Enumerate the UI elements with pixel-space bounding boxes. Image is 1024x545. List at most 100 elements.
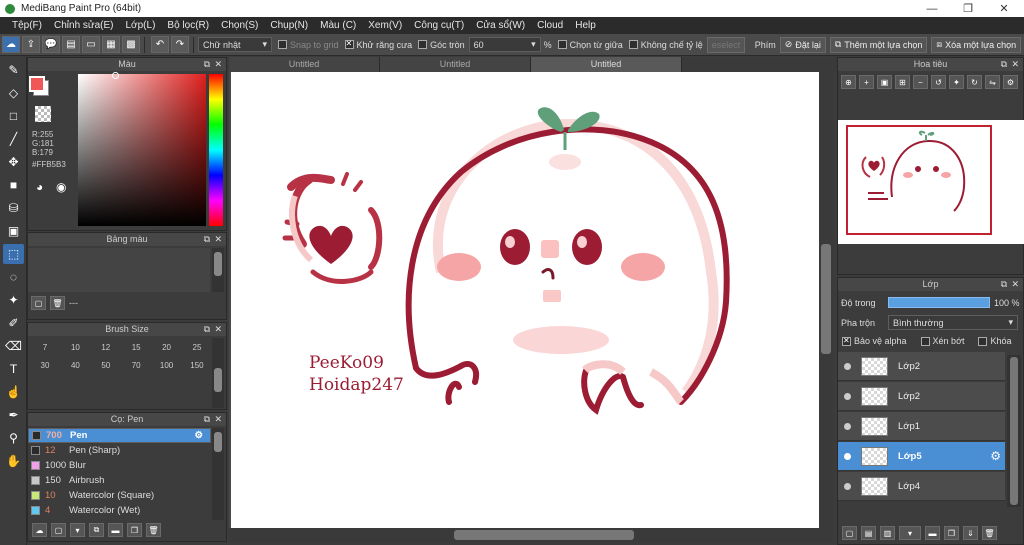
- visibility-icon[interactable]: [844, 452, 851, 460]
- text-tool-icon[interactable]: T: [3, 359, 24, 379]
- tab-untitled-2[interactable]: Untitled: [380, 57, 531, 72]
- settings-icon[interactable]: ⚙: [1003, 75, 1018, 89]
- rotate-right-icon[interactable]: ↻: [967, 75, 982, 89]
- delete-brush-icon[interactable]: 🗑: [146, 523, 161, 537]
- blend-mode-select[interactable]: Bình thường ▾: [888, 315, 1018, 330]
- cloud-icon[interactable]: ☁: [2, 36, 20, 53]
- menu-capture[interactable]: Chụp(N): [264, 20, 314, 31]
- foreground-color-swatch[interactable]: [29, 76, 45, 92]
- brush-item[interactable]: 700 Pen ⚙: [28, 428, 211, 443]
- brush-item[interactable]: 150 Airbrush: [28, 473, 211, 488]
- operation-tool-icon[interactable]: ☝: [3, 382, 24, 402]
- new-8bit-layer-icon[interactable]: ▥: [880, 526, 895, 540]
- menu-file[interactable]: Tệp(F): [6, 20, 48, 31]
- select-rect-tool-icon[interactable]: ⬚: [3, 244, 24, 264]
- hand-tool-icon[interactable]: ✋: [3, 451, 24, 471]
- menu-edit[interactable]: Chỉnh sửa(E): [48, 20, 120, 31]
- brush-size-scrollbar[interactable]: [212, 338, 224, 408]
- palette-scrollbar[interactable]: [212, 248, 224, 292]
- saturation-value-picker[interactable]: [78, 72, 206, 226]
- protect-alpha-checkbox[interactable]: Bảo vệ alpha: [842, 336, 907, 347]
- menu-view[interactable]: Xem(V): [362, 20, 408, 31]
- brush-size-option[interactable]: 15: [123, 343, 149, 352]
- new-halftone-layer-icon[interactable]: ▤: [861, 526, 876, 540]
- restore-icon[interactable]: ❐: [950, 0, 986, 17]
- redo-icon[interactable]: ↷: [171, 36, 189, 53]
- zoom-fit-icon[interactable]: ⊕: [841, 75, 856, 89]
- remove-selection-button[interactable]: ⧈ Xóa một lựa chọn: [931, 36, 1022, 53]
- brush-size-option[interactable]: 100: [154, 361, 180, 370]
- undock-icon[interactable]: ⧉: [1001, 278, 1007, 291]
- layer-folder-icon[interactable]: ▬: [925, 526, 940, 540]
- reset-view-icon[interactable]: ✦: [949, 75, 964, 89]
- brush-size-option[interactable]: 70: [123, 361, 149, 370]
- brush-item[interactable]: 4 Watercolor (Wet): [28, 503, 211, 518]
- gear-icon[interactable]: ⚙: [194, 430, 203, 441]
- brush-item[interactable]: 12 Pen (Sharp): [28, 443, 211, 458]
- menu-help[interactable]: Help: [569, 20, 602, 31]
- undock-icon[interactable]: ⧉: [1001, 58, 1007, 71]
- layer-row[interactable]: Lớp4: [838, 472, 1005, 501]
- minimize-icon[interactable]: —: [914, 0, 950, 17]
- bucket-tool-icon[interactable]: ⛁: [3, 198, 24, 218]
- menu-color[interactable]: Màu (C): [314, 20, 362, 31]
- lasso-tool-icon[interactable]: ◌: [3, 267, 24, 287]
- add-layer-menu-icon[interactable]: ▾: [899, 526, 921, 540]
- document-icon[interactable]: ▭: [82, 36, 100, 53]
- close-icon[interactable]: ✕: [986, 0, 1022, 17]
- brush-size-option[interactable]: 7: [32, 343, 58, 352]
- new-layer-icon[interactable]: ▢: [842, 526, 857, 540]
- rotate-left-icon[interactable]: ↺: [931, 75, 946, 89]
- layer-row-selected[interactable]: Lớp5 ⚙: [838, 442, 1005, 471]
- antialias-checkbox[interactable]: Khử răng cưa: [344, 39, 412, 50]
- brush-size-option[interactable]: 12: [93, 343, 119, 352]
- snap-to-grid-checkbox[interactable]: Snap to grid: [278, 40, 339, 50]
- dropper-tool-icon[interactable]: ⚲: [3, 428, 24, 448]
- merge-layer-icon[interactable]: ⇓: [963, 526, 978, 540]
- eyedropper-tool-icon[interactable]: ✒: [3, 405, 24, 425]
- shape-select[interactable]: Chữ nhật ▾: [198, 37, 272, 52]
- viewport-rectangle[interactable]: [846, 125, 992, 235]
- canvas-horizontal-scrollbar[interactable]: [229, 528, 833, 542]
- clip-checkbox[interactable]: Xén bớt: [920, 336, 964, 347]
- tab-untitled-3[interactable]: Untitled: [531, 57, 682, 72]
- layer-row[interactable]: Lớp2: [838, 352, 1005, 381]
- visibility-icon[interactable]: [844, 482, 851, 490]
- close-icon[interactable]: ✕: [214, 233, 222, 246]
- grid-icon[interactable]: ▦: [102, 36, 120, 53]
- line-tool-icon[interactable]: ╱: [3, 129, 24, 149]
- drawing-canvas[interactable]: PeeKo09 Hoidap247: [231, 72, 819, 528]
- flip-icon[interactable]: ⇋: [985, 75, 1000, 89]
- fit-window-icon[interactable]: ⊞: [895, 75, 910, 89]
- brush-list-scrollbar[interactable]: [212, 428, 224, 520]
- visibility-icon[interactable]: [844, 392, 851, 400]
- close-icon[interactable]: ✕: [1011, 58, 1019, 71]
- brush-size-option[interactable]: 20: [154, 343, 180, 352]
- add-brush-icon[interactable]: ▾: [70, 523, 85, 537]
- move-tool-icon[interactable]: ✥: [3, 152, 24, 172]
- brush-item[interactable]: 1000 Blur: [28, 458, 211, 473]
- copy-brush-icon[interactable]: ⧉: [89, 523, 104, 537]
- menu-filter[interactable]: Bộ lọc(R): [161, 20, 215, 31]
- deselect-button[interactable]: eselect: [706, 36, 745, 53]
- select-pen-tool-icon[interactable]: ✐: [3, 313, 24, 333]
- close-icon[interactable]: ✕: [1011, 278, 1019, 291]
- gear-icon[interactable]: ⚙: [990, 449, 1001, 463]
- brush-size-option[interactable]: 50: [93, 361, 119, 370]
- layer-scrollbar[interactable]: [1007, 355, 1021, 507]
- tiles-icon[interactable]: ▩: [122, 36, 140, 53]
- menu-cloud[interactable]: Cloud: [531, 20, 569, 31]
- undock-icon[interactable]: ⧉: [204, 413, 210, 426]
- undo-icon[interactable]: ↶: [151, 36, 169, 53]
- close-icon[interactable]: ✕: [214, 58, 222, 71]
- rectangle-tool-icon[interactable]: □: [3, 106, 24, 126]
- add-selection-button[interactable]: ⧉ Thêm một lựa chọn: [829, 36, 928, 53]
- menu-window[interactable]: Cửa sổ(W): [470, 20, 531, 31]
- brush-size-option[interactable]: 30: [32, 361, 58, 370]
- tab-untitled-1[interactable]: Untitled: [229, 57, 380, 72]
- palette-icon[interactable]: ◕: [36, 180, 43, 194]
- actual-size-icon[interactable]: ▣: [877, 75, 892, 89]
- scroll-thumb[interactable]: [454, 530, 634, 540]
- duplicate-icon[interactable]: ❐: [127, 523, 142, 537]
- brush-size-option[interactable]: 10: [62, 343, 88, 352]
